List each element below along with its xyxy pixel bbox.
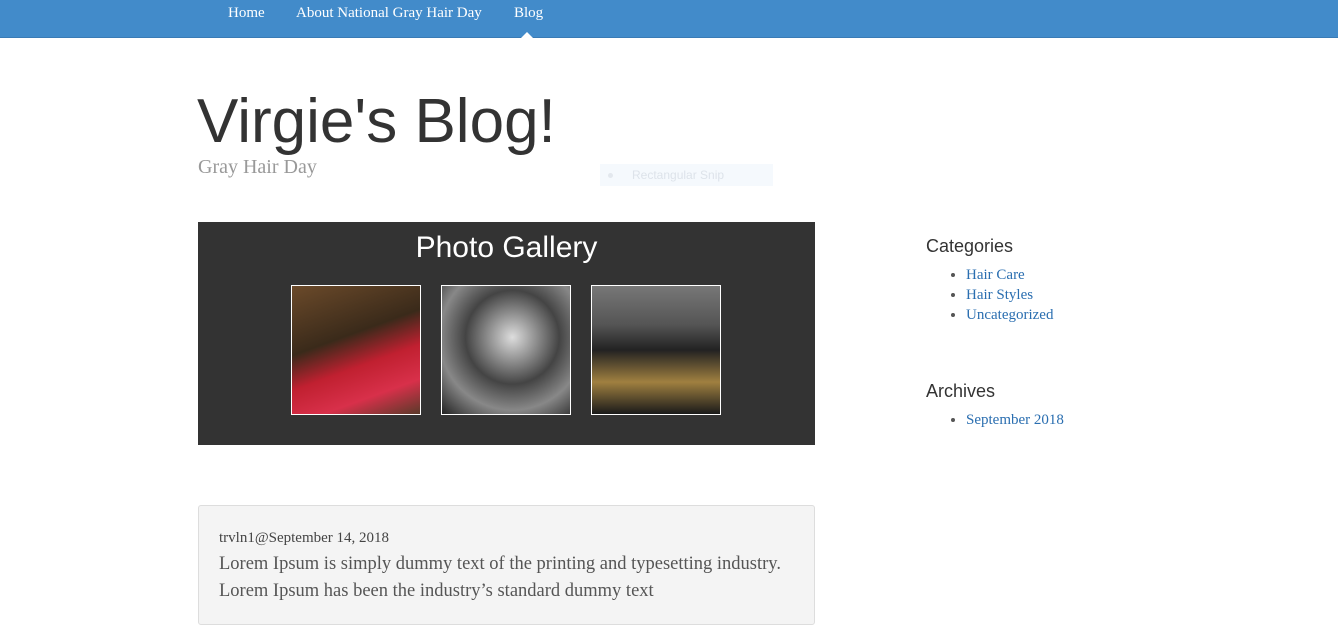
categories-title: Categories	[926, 236, 1014, 256]
archives-widget: Archives September 2018	[926, 381, 1064, 430]
blog-post: trvln1@September 14, 2018 Lorem Ipsum is…	[198, 505, 815, 625]
gallery-photo[interactable]	[591, 285, 721, 415]
gallery-photo[interactable]	[441, 285, 571, 415]
snip-bullet-icon	[608, 173, 613, 178]
category-link[interactable]: Hair Styles	[966, 287, 1033, 303]
snip-label: Rectangular Snip	[632, 168, 725, 182]
archive-link[interactable]: September 2018	[966, 412, 1064, 428]
nav-about[interactable]: About National Gray Hair Day	[296, 5, 482, 22]
site-tagline: Gray Hair Day	[198, 156, 317, 178]
nav-blog[interactable]: Blog	[514, 5, 543, 22]
category-link[interactable]: Hair Care	[966, 267, 1025, 283]
nav-home[interactable]: Home	[228, 5, 265, 22]
photo-gallery: Photo Gallery	[198, 222, 815, 445]
post-body: Lorem Ipsum is simply dummy text of the …	[219, 554, 781, 601]
post-meta: trvln1@September 14, 2018	[219, 530, 390, 546]
gallery-photo[interactable]	[291, 285, 421, 415]
site-title: Virgie's Blog!	[197, 87, 556, 156]
category-link[interactable]: Uncategorized	[966, 307, 1053, 323]
rectangular-snip-overlay: Rectangular Snip	[600, 164, 773, 186]
categories-widget: Categories Hair Care Hair Styles Uncateg…	[926, 236, 1053, 325]
gallery-title: Photo Gallery	[415, 231, 598, 264]
active-indicator	[521, 32, 533, 38]
top-nav: Home About National Gray Hair Day Blog	[0, 0, 1338, 38]
archives-title: Archives	[926, 381, 996, 401]
